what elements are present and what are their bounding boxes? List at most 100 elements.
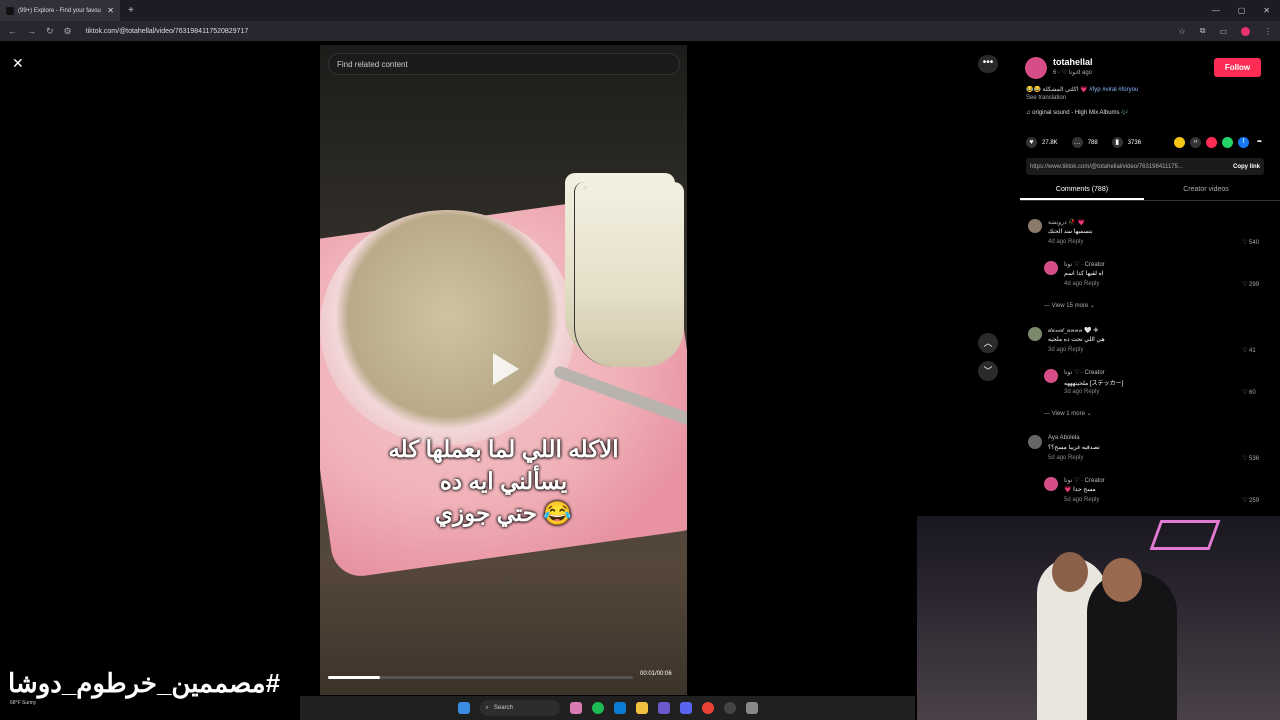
comment-like[interactable]: ♡ 536: [1242, 455, 1259, 462]
author-name[interactable]: totahellal: [1053, 57, 1093, 67]
embed-icon[interactable]: ‹›: [1190, 137, 1201, 148]
author-subtitle: توتا ♡ · 6d ago: [1053, 70, 1093, 76]
comment-like[interactable]: ♡ 540: [1242, 239, 1259, 246]
comment-button[interactable]: … 788: [1071, 137, 1098, 148]
window-controls: — ▢ ✕: [1212, 6, 1280, 15]
bookmark-star-icon[interactable]: ☆: [1179, 27, 1186, 36]
view-more-replies[interactable]: — View 1 more ⌄: [1044, 410, 1092, 417]
extensions-icon[interactable]: ⧉: [1200, 26, 1206, 36]
commenter-avatar[interactable]: [1044, 261, 1058, 275]
like-button[interactable]: ♥ 27.8K: [1026, 137, 1058, 148]
comment-like[interactable]: ♡ 259: [1242, 497, 1259, 504]
author-info[interactable]: totahellal توتا ♡ · 6d ago: [1025, 57, 1093, 79]
minimize-icon[interactable]: —: [1212, 6, 1220, 15]
commenter-avatar[interactable]: [1028, 219, 1042, 233]
tab-close-icon[interactable]: ✕: [107, 6, 114, 15]
reply: توتا ♡ · Creator 💗 مسح جدا 5d ago Reply …: [1044, 477, 1278, 507]
steam-icon[interactable]: [723, 702, 736, 714]
settings-icon[interactable]: [745, 702, 758, 714]
comment-like[interactable]: ♡ 299: [1242, 281, 1259, 288]
windows-start-icon[interactable]: [457, 702, 470, 714]
share-arrow-icon[interactable]: ➦: [1254, 137, 1265, 148]
engagement-stats: ♥ 27.8K … 788 ▮ 3736: [1026, 137, 1141, 148]
chrome-icon[interactable]: [701, 702, 714, 714]
url-field[interactable]: tiktok.com/@totahellal/video/76319841175…: [86, 28, 249, 35]
hashtags[interactable]: #fyp #viral #foryou: [1089, 87, 1138, 93]
site-info-icon[interactable]: ⚙: [64, 26, 72, 37]
comment-like[interactable]: ♡ 60: [1242, 389, 1256, 396]
search-icon[interactable]: ⌕: [574, 182, 684, 367]
bookmark-icon: ▮: [1111, 137, 1123, 148]
edge-icon[interactable]: [613, 702, 626, 714]
commenter-avatar[interactable]: [1028, 435, 1042, 449]
spotify-icon[interactable]: [591, 702, 604, 714]
comment-meta[interactable]: 5d ago Reply: [1064, 497, 1099, 503]
comment-like[interactable]: ♡ 41: [1242, 347, 1256, 354]
comment-text: تصدقيه غريبا مسح؟؟: [1048, 445, 1100, 451]
send-icon[interactable]: [1206, 137, 1217, 148]
play-icon[interactable]: [493, 353, 519, 385]
video-progress-bar[interactable]: [328, 676, 633, 679]
address-actions: ☆ ⧉ ▭ ⋮: [1179, 26, 1272, 36]
browser-menu-icon[interactable]: ⋮: [1264, 27, 1272, 36]
repost-icon[interactable]: [1174, 137, 1185, 148]
commenter-avatar[interactable]: [1044, 477, 1058, 491]
window-close-icon[interactable]: ✕: [1263, 6, 1270, 15]
see-translation-link[interactable]: See translation: [1026, 95, 1066, 101]
comment: درويشة 🥀 💗 بتسميها سد الحنك 4d ago Reply…: [1028, 219, 1278, 249]
tab-creator-videos[interactable]: Creator videos: [1144, 183, 1268, 200]
comment-text: اه لقيها كدا اسم: [1064, 271, 1104, 277]
author-avatar[interactable]: [1025, 57, 1047, 79]
comment-meta[interactable]: 3d ago Reply: [1048, 347, 1083, 353]
search-bar[interactable]: Find related content ⌕: [328, 53, 684, 367]
file-explorer-icon[interactable]: [635, 702, 648, 714]
back-icon[interactable]: ←: [8, 26, 17, 36]
forward-icon[interactable]: →: [27, 26, 36, 36]
comment-meta[interactable]: 5d ago Reply: [1048, 455, 1083, 461]
search-input[interactable]: Find related content: [337, 60, 408, 69]
video-player[interactable]: الاكله اللي لما بعملها كله يسألني ايه ده…: [320, 45, 687, 695]
maximize-icon[interactable]: ▢: [1238, 6, 1246, 15]
panel-tabs: Comments (788) Creator videos: [1020, 183, 1280, 201]
reload-icon[interactable]: ↻: [46, 26, 54, 37]
comment-meta[interactable]: 4d ago Reply: [1048, 239, 1083, 245]
comment-text: ملحيتهههه [ステッカー]: [1064, 381, 1124, 387]
discord-icon[interactable]: [679, 702, 692, 714]
follow-button[interactable]: Follow: [1214, 58, 1261, 77]
app-icon[interactable]: [657, 702, 670, 714]
browser-tab[interactable]: (99+) Explore - Find your favou ✕: [0, 0, 120, 21]
tab-comments[interactable]: Comments (788): [1020, 183, 1144, 200]
whatsapp-icon[interactable]: [1222, 137, 1233, 148]
commenter-avatar[interactable]: [1028, 327, 1042, 341]
weather-widget[interactable]: 68°F Sunny: [10, 700, 36, 706]
comment-meta[interactable]: 4d ago Reply: [1064, 281, 1099, 287]
video-time: 00:01/00:06: [640, 671, 672, 677]
comment-meta[interactable]: 3d ago Reply: [1064, 389, 1099, 395]
more-options-button[interactable]: •••: [978, 55, 998, 73]
music-link[interactable]: ♫ original sound - High Mix Albums 🎶: [1026, 109, 1129, 116]
commenter-avatar[interactable]: [1044, 369, 1058, 383]
save-button[interactable]: ▮ 3736: [1111, 137, 1141, 148]
commenter-name[interactable]: توتا ♡ · Creator: [1064, 477, 1105, 484]
sidebar-icon[interactable]: ▭: [1219, 27, 1227, 36]
close-viewer-icon[interactable]: ✕: [12, 55, 24, 72]
tab-title: (99+) Explore - Find your favou: [18, 7, 101, 14]
profile-avatar[interactable]: [1241, 26, 1250, 36]
commenter-name[interactable]: توتا ♡ · Creator: [1064, 261, 1105, 268]
heart-icon: ♥: [1026, 137, 1037, 148]
copy-link-button[interactable]: Copy link: [1233, 164, 1260, 170]
next-video-button[interactable]: ﹀: [978, 361, 998, 381]
previous-video-button[interactable]: ︿: [978, 333, 998, 353]
view-more-replies[interactable]: — View 15 more ⌄: [1044, 302, 1095, 309]
facebook-icon[interactable]: f: [1238, 137, 1249, 148]
address-bar: ← → ↻ ⚙ tiktok.com/@totahellal/video/763…: [0, 21, 1280, 41]
commenter-name[interactable]: 𝓭𝓪𝓿𝓲𝓭_𝓪𝓷𝓷𝓷 🤍 ✚: [1048, 327, 1098, 335]
commenter-name[interactable]: توتا ♡ · Creator: [1064, 369, 1105, 376]
taskbar-search[interactable]: ⌕ Search: [479, 700, 560, 716]
video-link: https://www.tiktok.com/@totahellal/video…: [1030, 163, 1183, 170]
commenter-name[interactable]: درويشة 🥀 💗: [1048, 219, 1085, 226]
new-tab-button[interactable]: +: [128, 5, 134, 16]
commenter-name[interactable]: Aya Abolela: [1048, 435, 1080, 441]
widgets-icon[interactable]: [569, 702, 582, 714]
description-text: 😂😂 اكلتي المشكلة 💗: [1026, 87, 1088, 93]
